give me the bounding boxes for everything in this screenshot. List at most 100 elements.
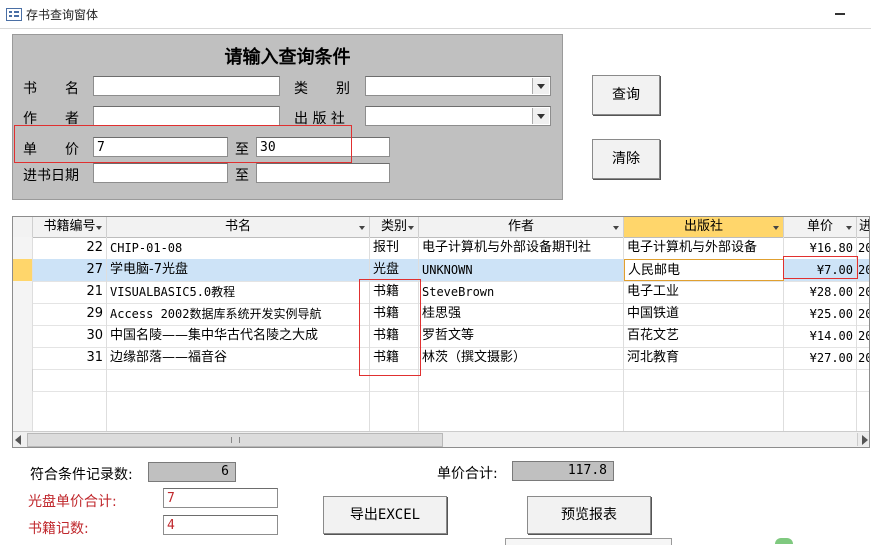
cell-name[interactable]: CHIP-01-08 xyxy=(107,237,370,259)
date-label: 进书日期 xyxy=(23,168,79,184)
cell-author[interactable]: SteveBrown xyxy=(419,281,624,303)
cell-publisher[interactable]: 河北教育 xyxy=(624,347,784,369)
minimize-icon[interactable] xyxy=(835,13,845,15)
cell-author[interactable]: 罗哲文等 xyxy=(419,325,624,347)
publisher-select[interactable] xyxy=(365,106,551,126)
query-button[interactable]: 查询 xyxy=(592,75,660,115)
disc-price-total-value[interactable]: 7 xyxy=(163,488,278,508)
cell-id[interactable]: 27 xyxy=(33,259,107,281)
table-row[interactable]: 21 VISUALBASIC5.0教程 书籍 SteveBrown 电子工业 ¥… xyxy=(13,281,869,304)
cell-name[interactable]: Access 2002数据库系统开发实例导航 xyxy=(107,303,370,325)
table-row[interactable]: 29 Access 2002数据库系统开发实例导航 书籍 桂思强 中国铁道 ¥2… xyxy=(13,303,869,326)
date-to-input[interactable] xyxy=(256,163,390,183)
table-row[interactable]: 31 边缘部落——福音谷 书籍 林茨（撰文摄影） 河北教育 ¥27.00 20 xyxy=(13,347,869,370)
row-selector[interactable] xyxy=(13,303,33,325)
column-header-author[interactable]: 作者 xyxy=(419,217,624,237)
column-header-name[interactable]: 书名 xyxy=(107,217,370,237)
chevron-down-icon[interactable] xyxy=(846,226,852,230)
book-name-input[interactable] xyxy=(93,76,280,96)
title-bar: 存书查询窗体 xyxy=(0,0,871,29)
row-selector[interactable] xyxy=(13,281,33,303)
empty-cell xyxy=(370,391,419,431)
column-header-id[interactable]: 书籍编号 xyxy=(33,217,107,237)
category-annotation-box xyxy=(359,279,421,376)
date-from-input[interactable] xyxy=(93,163,228,183)
cell-price[interactable]: ¥28.00 xyxy=(784,281,857,303)
cell-date[interactable]: 20 xyxy=(857,347,869,369)
cell-author[interactable]: 林茨（撰文摄影） xyxy=(419,347,624,369)
empty-cell xyxy=(419,369,624,391)
column-header-category[interactable]: 类别 xyxy=(370,217,419,237)
chevron-down-icon[interactable] xyxy=(613,226,619,230)
cell-publisher[interactable]: 中国铁道 xyxy=(624,303,784,325)
cell-date[interactable]: 20 xyxy=(857,281,869,303)
horizontal-scrollbar[interactable] xyxy=(13,431,869,447)
empty-cell xyxy=(624,391,784,431)
scroll-left-icon[interactable] xyxy=(15,435,21,445)
cell-author[interactable]: 桂思强 xyxy=(419,303,624,325)
cell-publisher[interactable]: 百花文艺 xyxy=(624,325,784,347)
empty-row xyxy=(13,391,869,431)
cell-date[interactable]: 20 xyxy=(857,237,869,259)
chevron-down-icon[interactable] xyxy=(408,226,414,230)
scroll-right-icon[interactable] xyxy=(862,435,868,445)
cell-name[interactable]: VISUALBASIC5.0教程 xyxy=(107,281,370,303)
cell-id[interactable]: 21 xyxy=(33,281,107,303)
cell-name[interactable]: 学电脑-7光盘 xyxy=(107,259,370,281)
clear-button[interactable]: 清除 xyxy=(592,139,660,179)
cell-name[interactable]: 边缘部落——福音谷 xyxy=(107,347,370,369)
column-header-price[interactable]: 单价 xyxy=(784,217,857,237)
column-header-date[interactable]: 进 xyxy=(857,217,869,237)
category-select[interactable] xyxy=(365,76,551,96)
cell-id[interactable]: 31 xyxy=(33,347,107,369)
cell-date[interactable]: 20 xyxy=(857,303,869,325)
cell-price[interactable]: ¥14.00 xyxy=(784,325,857,347)
row-selector[interactable] xyxy=(13,259,33,281)
cell-category[interactable]: 报刊 xyxy=(370,237,419,259)
chevron-down-icon[interactable] xyxy=(359,226,365,230)
row-selector[interactable] xyxy=(13,237,33,259)
price-cell-annotation-box xyxy=(783,256,858,279)
author-input[interactable] xyxy=(93,106,280,126)
chevron-down-icon[interactable] xyxy=(532,78,549,94)
cell-publisher[interactable]: 电子工业 xyxy=(624,281,784,303)
book-name-label: 书 名 xyxy=(23,81,79,97)
cell-category[interactable]: 光盘 xyxy=(370,259,419,281)
row-selector[interactable] xyxy=(13,325,33,347)
export-excel-button[interactable]: 导出EXCEL xyxy=(323,496,447,534)
table-row[interactable]: 22 CHIP-01-08 报刊 电子计算机与外部设备期刊社 电子计算机与外部设… xyxy=(13,237,869,260)
price-annotation-box xyxy=(14,125,352,163)
cell-name[interactable]: 中国名陵——集中华古代名陵之大成 xyxy=(107,325,370,347)
window-title: 存书查询窗体 xyxy=(26,8,99,22)
date-to-label: 至 xyxy=(235,168,249,184)
disc-price-total-label: 光盘单价合计: xyxy=(28,494,117,510)
column-header-publisher[interactable]: 出版社 xyxy=(624,217,784,237)
preview-report-button[interactable]: 预览报表 xyxy=(527,496,651,534)
cell-publisher[interactable]: 电子计算机与外部设备 xyxy=(624,237,784,259)
chevron-down-icon[interactable] xyxy=(773,226,779,230)
cell-id[interactable]: 22 xyxy=(33,237,107,259)
book-count-value[interactable]: 4 xyxy=(163,515,278,535)
grip-icon xyxy=(231,437,240,443)
cell-author[interactable]: 电子计算机与外部设备期刊社 xyxy=(419,237,624,259)
chevron-down-icon[interactable] xyxy=(96,226,102,230)
cell-date[interactable]: 20 xyxy=(857,325,869,347)
empty-cell xyxy=(784,391,857,431)
chevron-down-icon[interactable] xyxy=(532,108,549,124)
table-row-selected[interactable]: 27 学电脑-7光盘 光盘 UNKNOWN 人民邮电 ¥7.00 20 xyxy=(13,259,869,282)
scrollbar-thumb[interactable] xyxy=(27,433,443,447)
cell-id[interactable]: 30 xyxy=(33,325,107,347)
row-selector[interactable] xyxy=(13,347,33,369)
empty-cell xyxy=(419,391,624,431)
select-all-corner[interactable] xyxy=(13,217,33,237)
cell-id[interactable]: 29 xyxy=(33,303,107,325)
cell-price[interactable]: ¥25.00 xyxy=(784,303,857,325)
table-row[interactable]: 30 中国名陵——集中华古代名陵之大成 书籍 罗哲文等 百花文艺 ¥14.00 … xyxy=(13,325,869,348)
category-label: 类 别 xyxy=(294,81,350,97)
row-selector xyxy=(13,391,33,431)
cell-date[interactable]: 20 xyxy=(857,259,869,281)
cell-author[interactable]: UNKNOWN xyxy=(419,259,624,281)
scroll-right-button[interactable] xyxy=(857,433,869,446)
cell-price[interactable]: ¥27.00 xyxy=(784,347,857,369)
cell-publisher-active[interactable]: 人民邮电 xyxy=(624,259,784,281)
